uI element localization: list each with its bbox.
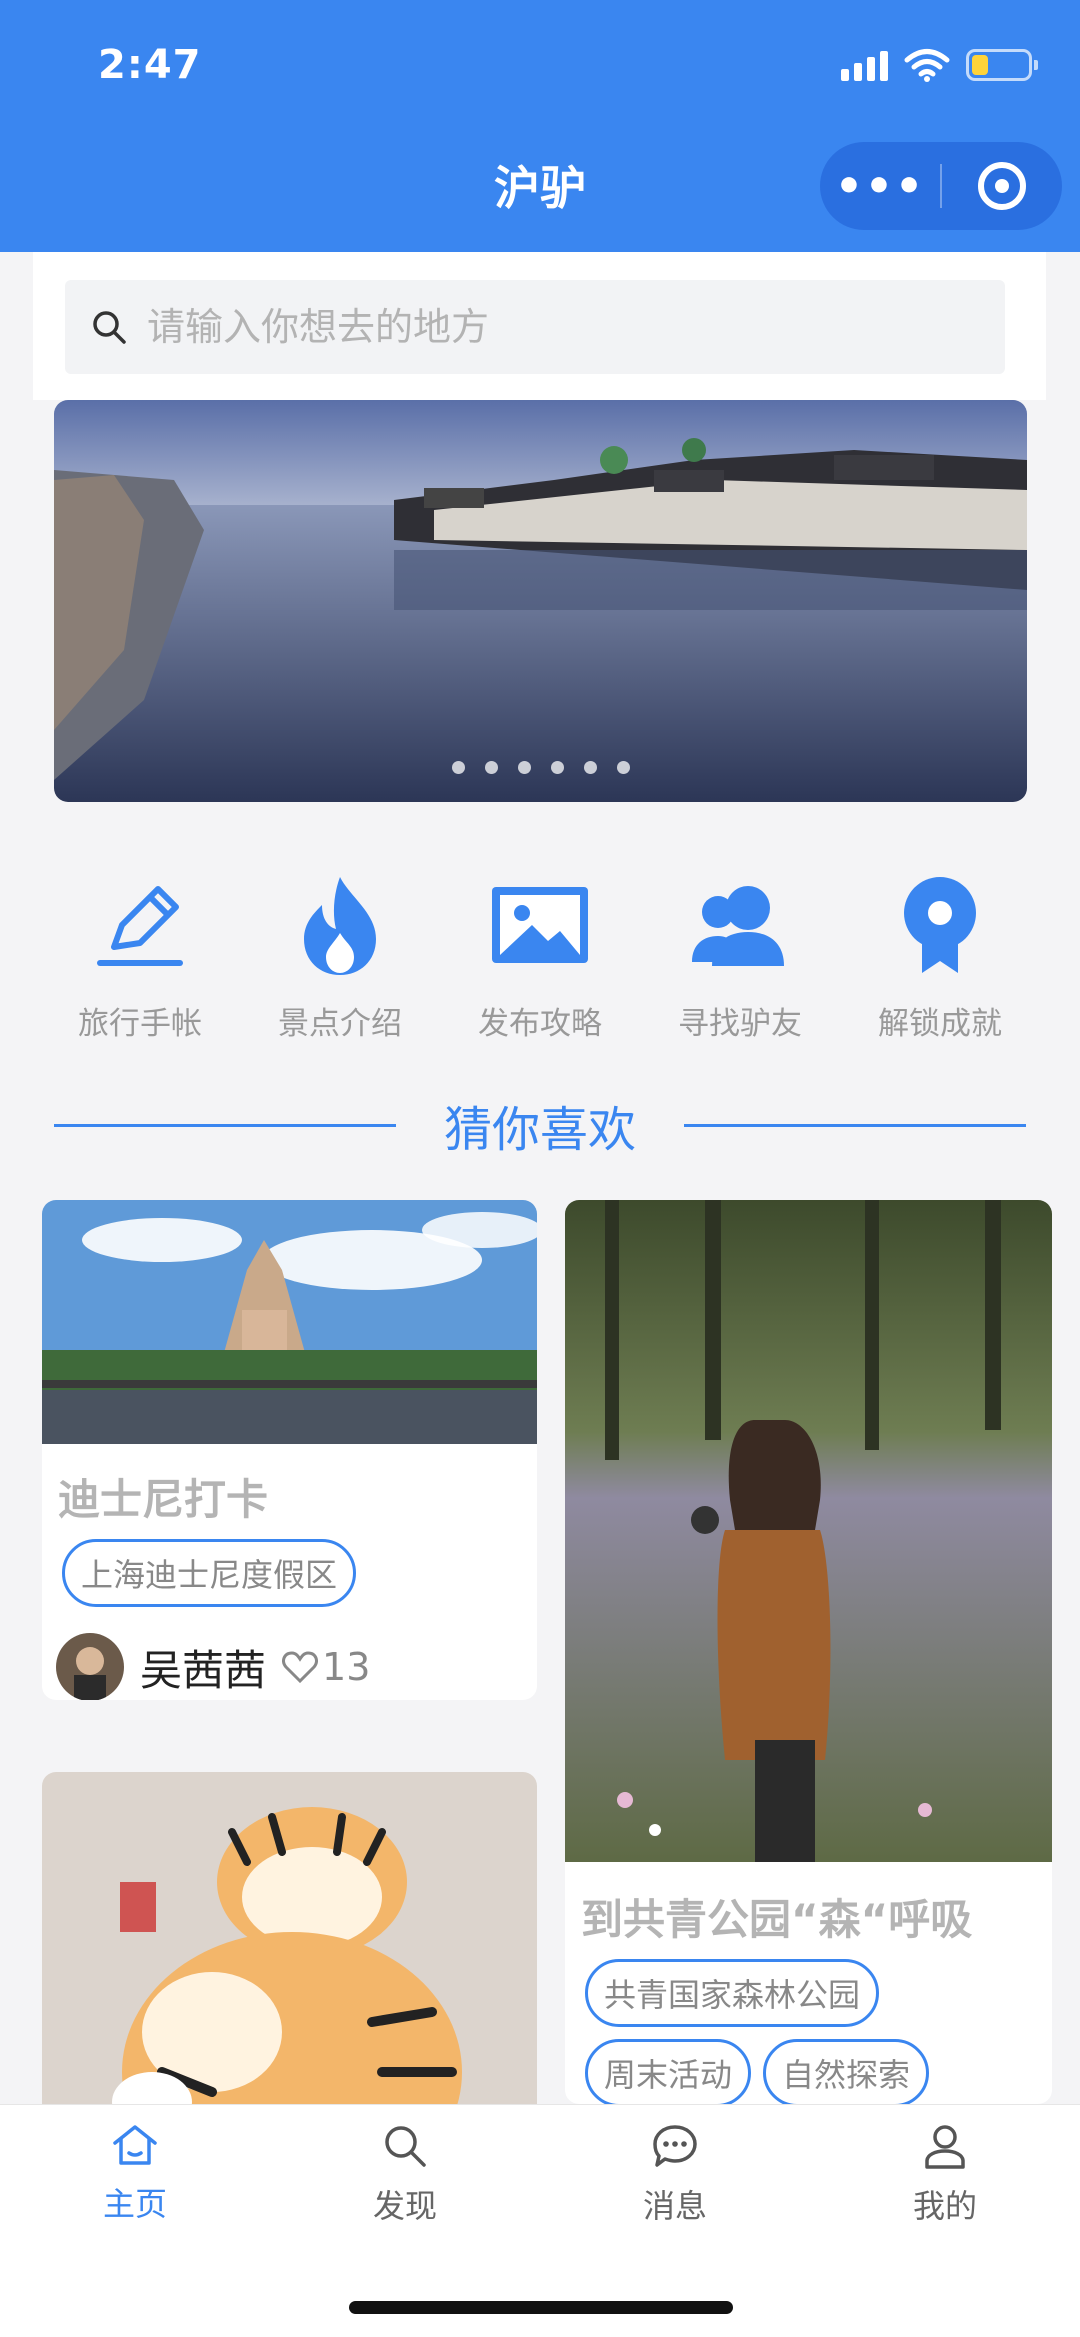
users-icon: [692, 886, 784, 966]
pencil-icon: [97, 886, 183, 966]
cellular-signal-icon: [841, 49, 888, 81]
carousel-dot[interactable]: [583, 761, 597, 774]
author-name[interactable]: 吴茜茜: [140, 1637, 266, 1698]
target-icon[interactable]: [942, 162, 1062, 210]
post-tags: 共青国家森林公园 周末活动 自然探索: [585, 1959, 1052, 2104]
section-heading: 猜你喜欢: [54, 1085, 1027, 1165]
post-tags: 上海迪士尼度假区: [62, 1539, 537, 1607]
carousel-dot[interactable]: [616, 761, 630, 774]
quick-link-label: 发布攻略: [478, 1006, 602, 1042]
home-indicator[interactable]: [349, 2301, 733, 2314]
topic-tag[interactable]: 自然探索: [763, 2039, 930, 2104]
flame-icon: [304, 877, 376, 975]
quick-link-label: 寻找驴友: [678, 1006, 802, 1042]
heart-icon: [282, 1651, 318, 1683]
tab-home[interactable]: 主页: [0, 2123, 270, 2255]
carousel-dots: [54, 761, 1027, 774]
medal-icon: [904, 877, 976, 973]
status-icons: [841, 48, 1038, 82]
tab-label: 主页: [102, 2185, 167, 2223]
tab-label: 消息: [642, 2187, 707, 2225]
carousel-dot[interactable]: [517, 761, 531, 774]
location-tag[interactable]: 上海迪士尼度假区: [62, 1539, 357, 1607]
home-icon: [113, 2125, 157, 2165]
top-bar: 2:47 沪驴 •••: [0, 0, 1080, 252]
quick-link-label: 旅行手帐: [78, 1006, 202, 1042]
quick-link-label: 解锁成就: [878, 1006, 1002, 1042]
post-card[interactable]: 到共青公园“森“呼吸 共青国家森林公园 周末活动 自然探索: [565, 1200, 1052, 2104]
post-card[interactable]: 迪士尼打卡 上海迪士尼度假区 吴茜茜 13: [42, 1200, 537, 1700]
post-image: [565, 1200, 1052, 1862]
quick-link-label: 景点介绍: [278, 1006, 402, 1042]
status-time: 2:47: [98, 42, 202, 88]
tab-label: 发现: [372, 2187, 437, 2225]
chat-icon: [653, 2125, 697, 2167]
tab-me[interactable]: 我的: [810, 2123, 1080, 2255]
tab-bar: 主页 发现 消息 我的: [0, 2104, 1080, 2337]
like-count-value: 13: [322, 1645, 371, 1689]
carousel-dot[interactable]: [451, 761, 465, 774]
like-count[interactable]: 13: [282, 1645, 370, 1689]
post-title: 到共青公园“森“呼吸: [581, 1895, 973, 1944]
tab-label: 我的: [912, 2187, 977, 2225]
quick-link-travel-journal[interactable]: 旅行手帐: [40, 870, 240, 1043]
avatar[interactable]: [56, 1633, 124, 1700]
tab-messages[interactable]: 消息: [540, 2123, 810, 2255]
more-dots-icon[interactable]: •••: [820, 161, 940, 212]
user-icon: [925, 2125, 965, 2169]
search-bar: [33, 252, 1046, 400]
post-title: 迪士尼打卡: [58, 1475, 269, 1524]
quick-links: 旅行手帐 景点介绍 发布攻略 寻找驴友 解锁成就: [40, 870, 1040, 1043]
tab-discover[interactable]: 发现: [270, 2123, 540, 2255]
quick-link-achievements[interactable]: 解锁成就: [840, 870, 1040, 1043]
mini-program-capsule: •••: [820, 142, 1062, 230]
section-title: 猜你喜欢: [444, 1102, 637, 1158]
search-box[interactable]: [65, 280, 1005, 374]
carousel-dot[interactable]: [484, 761, 498, 774]
location-tag[interactable]: 共青国家森林公园: [585, 1959, 880, 2027]
divider-line: [684, 1123, 1027, 1127]
post-image: [42, 1200, 537, 1444]
quick-link-attractions[interactable]: 景点介绍: [240, 870, 440, 1043]
image-icon: [492, 887, 588, 963]
divider-line: [54, 1123, 396, 1127]
carousel-dot[interactable]: [550, 761, 564, 774]
banner-carousel[interactable]: [54, 400, 1027, 802]
quick-link-publish-guide[interactable]: 发布攻略: [440, 870, 640, 1043]
topic-tag[interactable]: 周末活动: [585, 2039, 752, 2104]
banner-image: [54, 400, 1027, 802]
battery-icon: [966, 49, 1038, 81]
quick-link-find-companions[interactable]: 寻找驴友: [640, 870, 840, 1043]
post-author: 吴茜茜 13: [56, 1633, 537, 1700]
search-icon: [385, 2126, 426, 2167]
search-icon: [93, 311, 126, 344]
search-input[interactable]: [147, 305, 967, 349]
wifi-icon: [904, 49, 950, 82]
